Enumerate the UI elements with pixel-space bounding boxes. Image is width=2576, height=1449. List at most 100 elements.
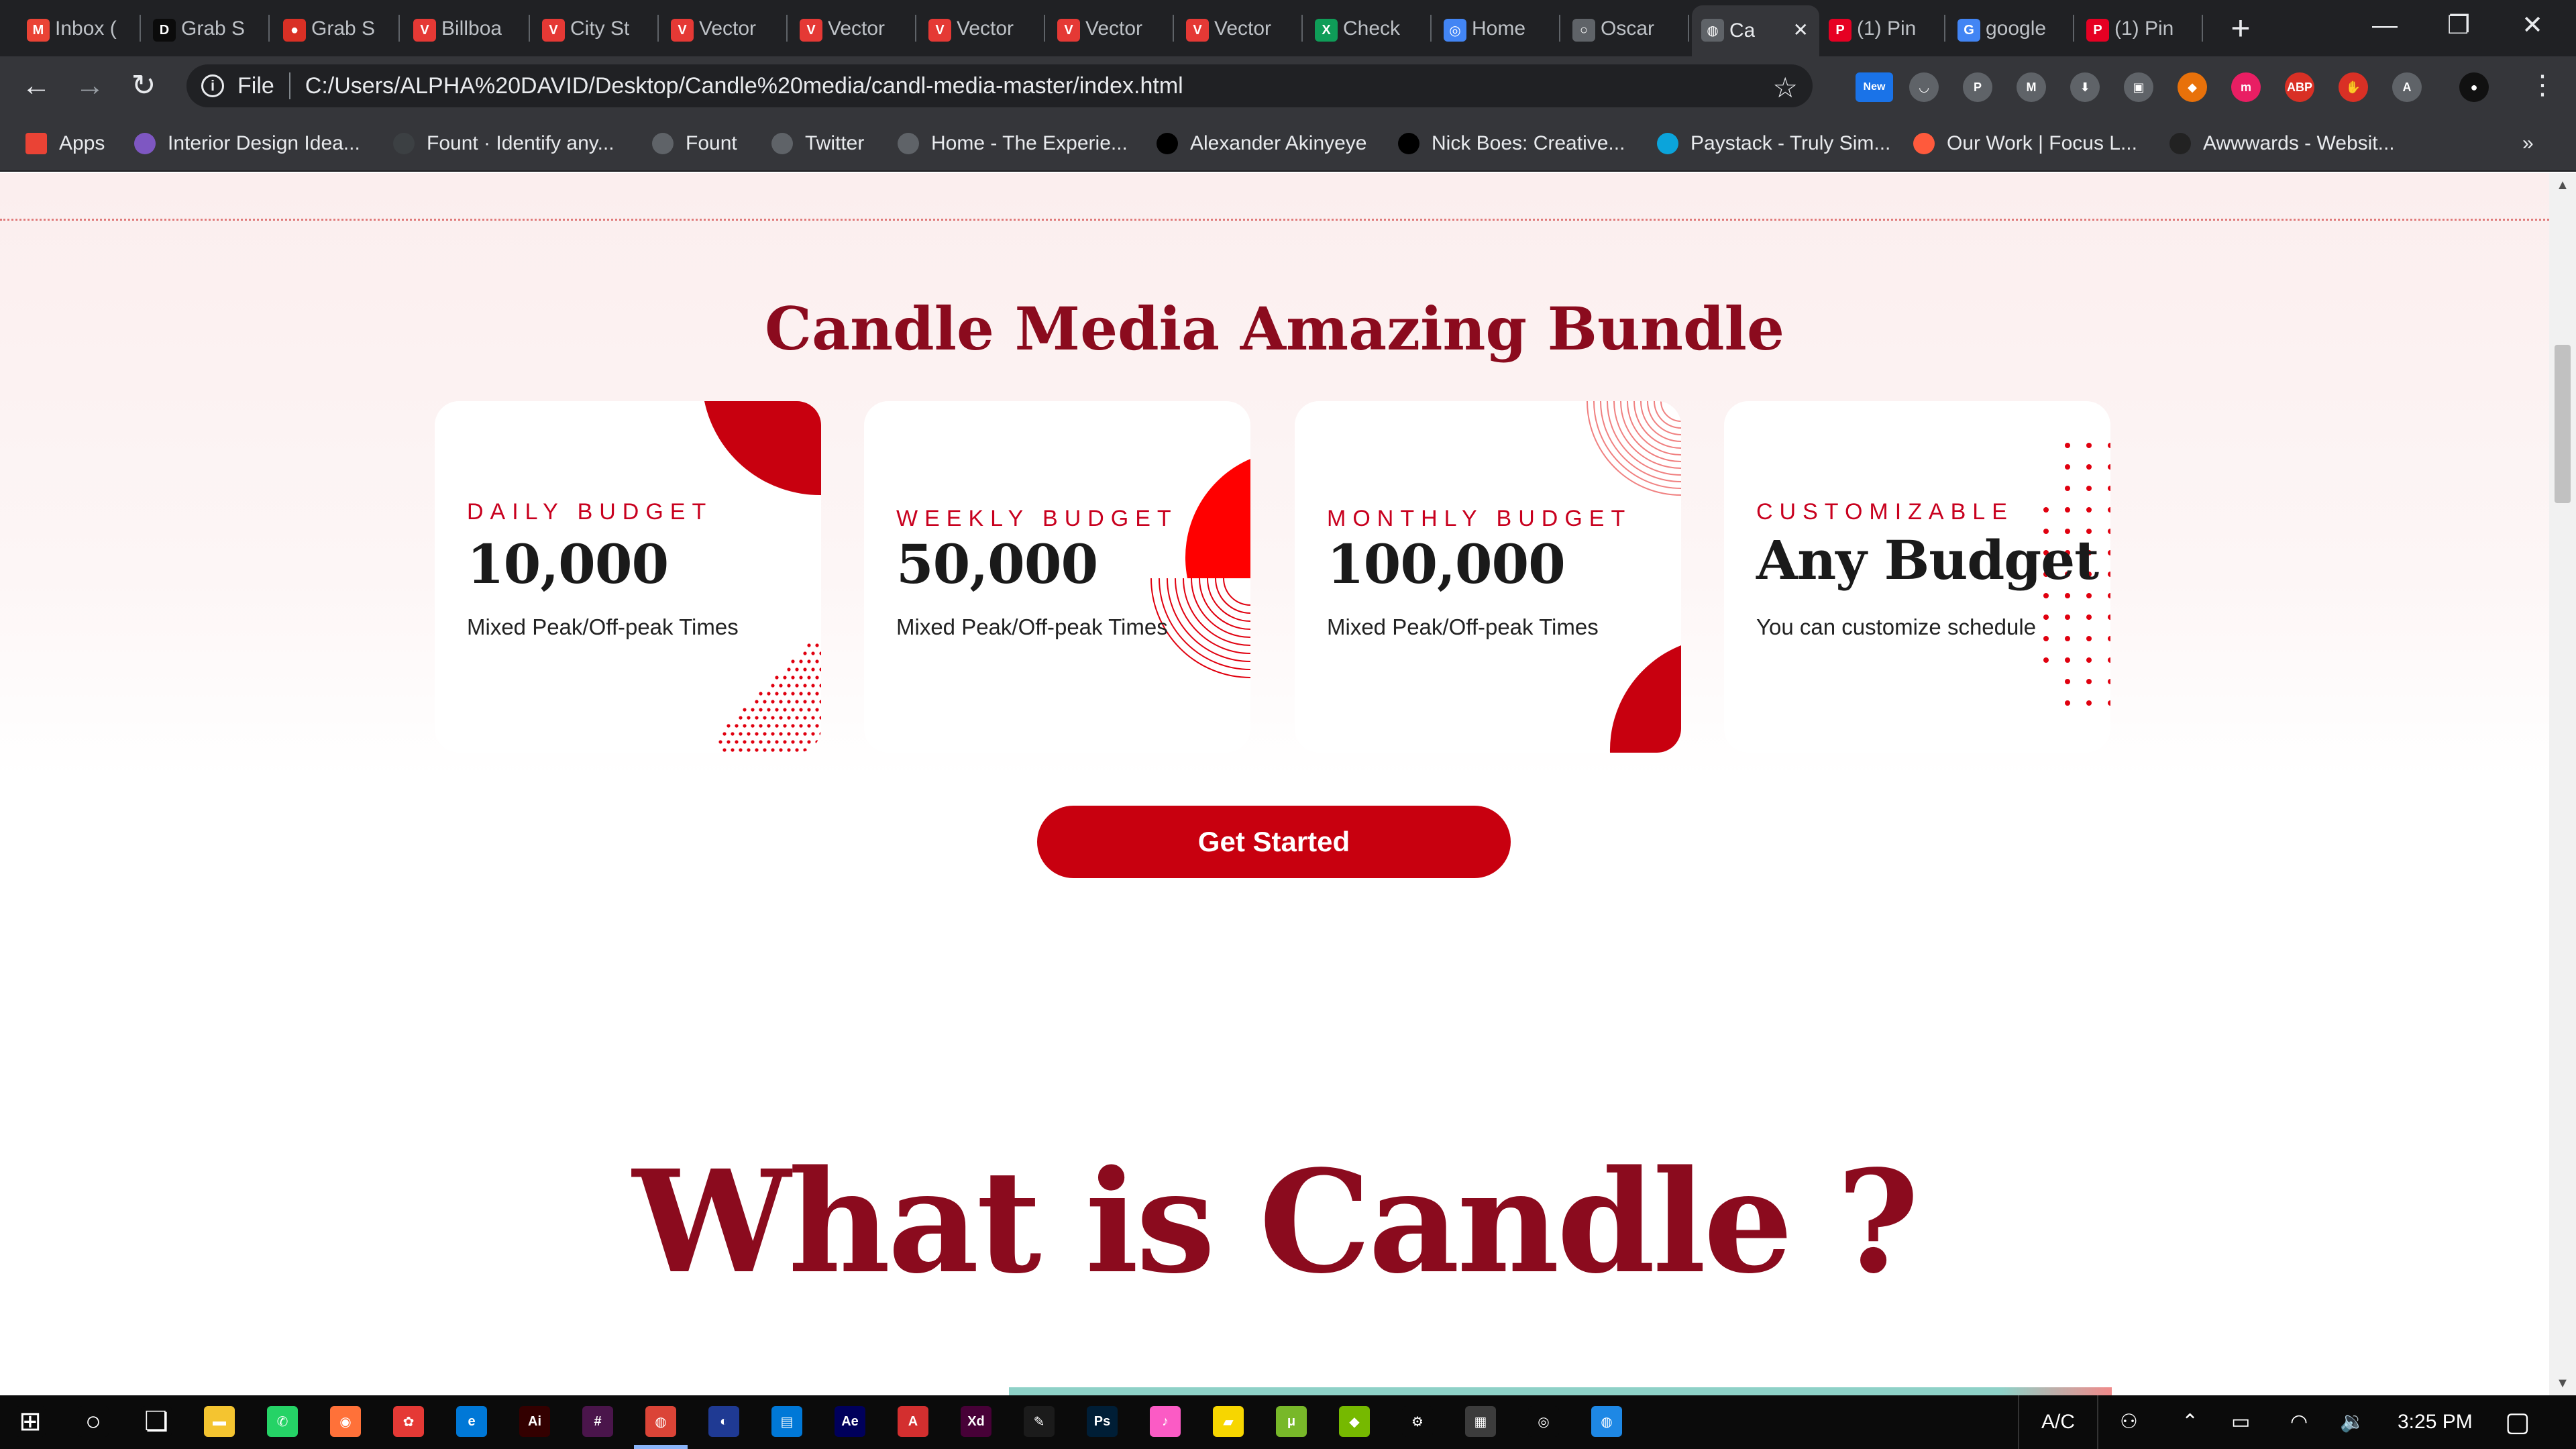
page-scrollbar[interactable]: ▲ ▼: [2549, 173, 2576, 1395]
settings-icon[interactable]: ⚙: [1402, 1406, 1433, 1437]
browser-tab[interactable]: M Inbox (: [27, 5, 131, 52]
minimize-button[interactable]: —: [2348, 0, 2422, 56]
restore-button[interactable]: ❐: [2422, 0, 2496, 56]
browser-tab[interactable]: ○ Oscar: [1572, 5, 1680, 52]
photoshop-icon[interactable]: Ps: [1087, 1406, 1118, 1437]
git-icon[interactable]: ◆: [2178, 72, 2207, 102]
bookmark-item[interactable]: Interior Design Idea...: [134, 129, 360, 158]
adblock-plus-icon[interactable]: ABP: [2285, 72, 2314, 102]
profile-avatar-icon[interactable]: ●: [2459, 72, 2489, 102]
browser-tab[interactable]: V City St: [542, 5, 649, 52]
bookmark-item[interactable]: Twitter: [771, 129, 864, 158]
bookmark-item[interactable]: Apps: [25, 129, 105, 158]
pinterest-ext-icon[interactable]: P: [1963, 72, 1992, 102]
after-effects-icon[interactable]: Ae: [835, 1406, 865, 1437]
cinema4d-icon[interactable]: ◐: [708, 1406, 739, 1437]
video-editor-icon[interactable]: ▦: [1465, 1406, 1496, 1437]
paint-icon[interactable]: ✿: [393, 1406, 424, 1437]
wifi-icon[interactable]: ◠: [2290, 1395, 2308, 1449]
bookmark-item[interactable]: Paystack - Truly Sim...: [1657, 129, 1890, 158]
chrome-icon[interactable]: ◍: [645, 1406, 676, 1437]
adblock-icon[interactable]: ✋: [2339, 72, 2368, 102]
image-ext-icon[interactable]: ▣: [2124, 72, 2153, 102]
browser-tab[interactable]: ◍ Ca ✕: [1692, 5, 1819, 56]
scroll-thumb[interactable]: [2555, 345, 2571, 503]
get-started-button[interactable]: Get Started: [1037, 806, 1511, 878]
clock[interactable]: 3:25 PM: [2398, 1395, 2473, 1449]
bookmark-star-icon[interactable]: ☆: [1772, 71, 1798, 104]
scroll-down-icon[interactable]: ▼: [2549, 1371, 2576, 1395]
camera-icon[interactable]: ◎: [1528, 1406, 1559, 1437]
scroll-up-icon[interactable]: ▲: [2549, 173, 2576, 197]
address-bar[interactable]: i File C:/Users/ALPHA%20DAVID/Desktop/Ca…: [186, 64, 1813, 107]
what-is-candle-heading: What is Candle ?: [632, 1139, 1919, 1305]
inkscape-icon[interactable]: ✎: [1024, 1406, 1055, 1437]
tray-chevron-icon[interactable]: ⌃: [2182, 1395, 2198, 1449]
edge-icon[interactable]: e: [456, 1406, 487, 1437]
people-icon[interactable]: ⚇: [2120, 1395, 2138, 1449]
store-icon[interactable]: ▤: [771, 1406, 802, 1437]
browser-tab[interactable]: V Vector: [1057, 5, 1165, 52]
forward-button[interactable]: →: [70, 66, 110, 106]
bookmark-item[interactable]: Fount · Identify any...: [393, 129, 614, 158]
m9-icon[interactable]: m: [2231, 72, 2261, 102]
site-info-icon[interactable]: i: [201, 74, 224, 97]
browser-tab[interactable]: P (1) Pin: [1829, 5, 1936, 52]
windows-start-icon[interactable]: ⊞: [15, 1406, 46, 1437]
notifications-icon[interactable]: ▢: [2505, 1395, 2530, 1449]
acrobat-icon[interactable]: A: [2392, 72, 2422, 102]
bookmark-item[interactable]: Fount: [652, 129, 737, 158]
back-button[interactable]: ←: [16, 66, 56, 106]
browser-tab[interactable]: P (1) Pin: [2086, 5, 2194, 52]
bookmark-item[interactable]: Nick Boes: Creative...: [1398, 129, 1625, 158]
earth-icon[interactable]: ◍: [1591, 1406, 1622, 1437]
illustrator-icon[interactable]: Ai: [519, 1406, 550, 1437]
whatsapp-icon[interactable]: ✆: [267, 1406, 298, 1437]
close-window-button[interactable]: ✕: [2496, 0, 2569, 56]
utorrent-icon[interactable]: μ: [1276, 1406, 1307, 1437]
browser-tab[interactable]: Ggoogle: [1957, 5, 2065, 52]
browser-menu-icon[interactable]: ⋮: [2529, 70, 2556, 101]
bookmark-item[interactable]: Alexander Akinyeye: [1157, 129, 1367, 158]
new-tab-button[interactable]: +: [2222, 9, 2259, 47]
sticky-notes-icon[interactable]: ▰: [1213, 1406, 1244, 1437]
bookmark-item[interactable]: Home - The Experie...: [898, 129, 1128, 158]
xd-icon[interactable]: Xd: [961, 1406, 991, 1437]
browser-tab[interactable]: V Billboa: [413, 5, 521, 52]
ac-indicator[interactable]: A/C: [2018, 1395, 2098, 1449]
budget-card-monthly[interactable]: MONTHLY BUDGET 100,000 Mixed Peak/Off-pe…: [1295, 401, 1681, 753]
nvidia-icon[interactable]: ◆: [1339, 1406, 1370, 1437]
vector-icon: V: [800, 19, 822, 42]
browser-tab[interactable]: D Grab S: [153, 5, 260, 52]
itunes-icon[interactable]: ♪: [1150, 1406, 1181, 1437]
bookmark-item[interactable]: Our Work | Focus L...: [1913, 129, 2137, 158]
slack-icon[interactable]: #: [582, 1406, 613, 1437]
battery-icon[interactable]: ▭: [2231, 1395, 2250, 1449]
url-text[interactable]: C:/Users/ALPHA%20DAVID/Desktop/Candle%20…: [305, 73, 1183, 99]
budget-card-daily[interactable]: DAILY BUDGET 10,000 Mixed Peak/Off-peak …: [435, 401, 821, 753]
tab-close-icon[interactable]: ✕: [1793, 19, 1809, 41]
acrobat-reader-icon[interactable]: A: [898, 1406, 928, 1437]
pocket-icon[interactable]: ◡: [1909, 72, 1939, 102]
firefox-icon[interactable]: ◉: [330, 1406, 361, 1437]
browser-tab[interactable]: V Vector: [1186, 5, 1293, 52]
browser-tab[interactable]: ◎ Home: [1444, 5, 1551, 52]
budget-card-weekly[interactable]: WEEKLY BUDGET 50,000 Mixed Peak/Off-peak…: [864, 401, 1250, 753]
mailtrack-icon[interactable]: M: [2017, 72, 2046, 102]
browser-tab[interactable]: V Vector: [800, 5, 907, 52]
bookmark-item[interactable]: Awwwards - Websit...: [2169, 129, 2395, 158]
bookmarks-overflow-button[interactable]: »: [2522, 129, 2534, 158]
reload-button[interactable]: ↻: [123, 66, 164, 106]
volume-icon[interactable]: 🔉: [2340, 1395, 2365, 1449]
tab-title: google: [1986, 17, 2047, 40]
cortana-icon[interactable]: ○: [78, 1406, 109, 1437]
task-view-icon[interactable]: ❏: [141, 1406, 172, 1437]
file-explorer-icon[interactable]: ▬: [204, 1406, 235, 1437]
browser-tab[interactable]: V Vector: [928, 5, 1036, 52]
browser-tab[interactable]: X Check: [1315, 5, 1422, 52]
browser-tab[interactable]: ● Grab S: [283, 5, 390, 52]
new-extension-icon[interactable]: New: [1856, 72, 1893, 102]
budget-card-custom[interactable]: CUSTOMIZABLE Any Budget You can customiz…: [1724, 401, 2110, 753]
browser-tab[interactable]: V Vector: [671, 5, 778, 52]
download-icon[interactable]: ⬇: [2070, 72, 2100, 102]
